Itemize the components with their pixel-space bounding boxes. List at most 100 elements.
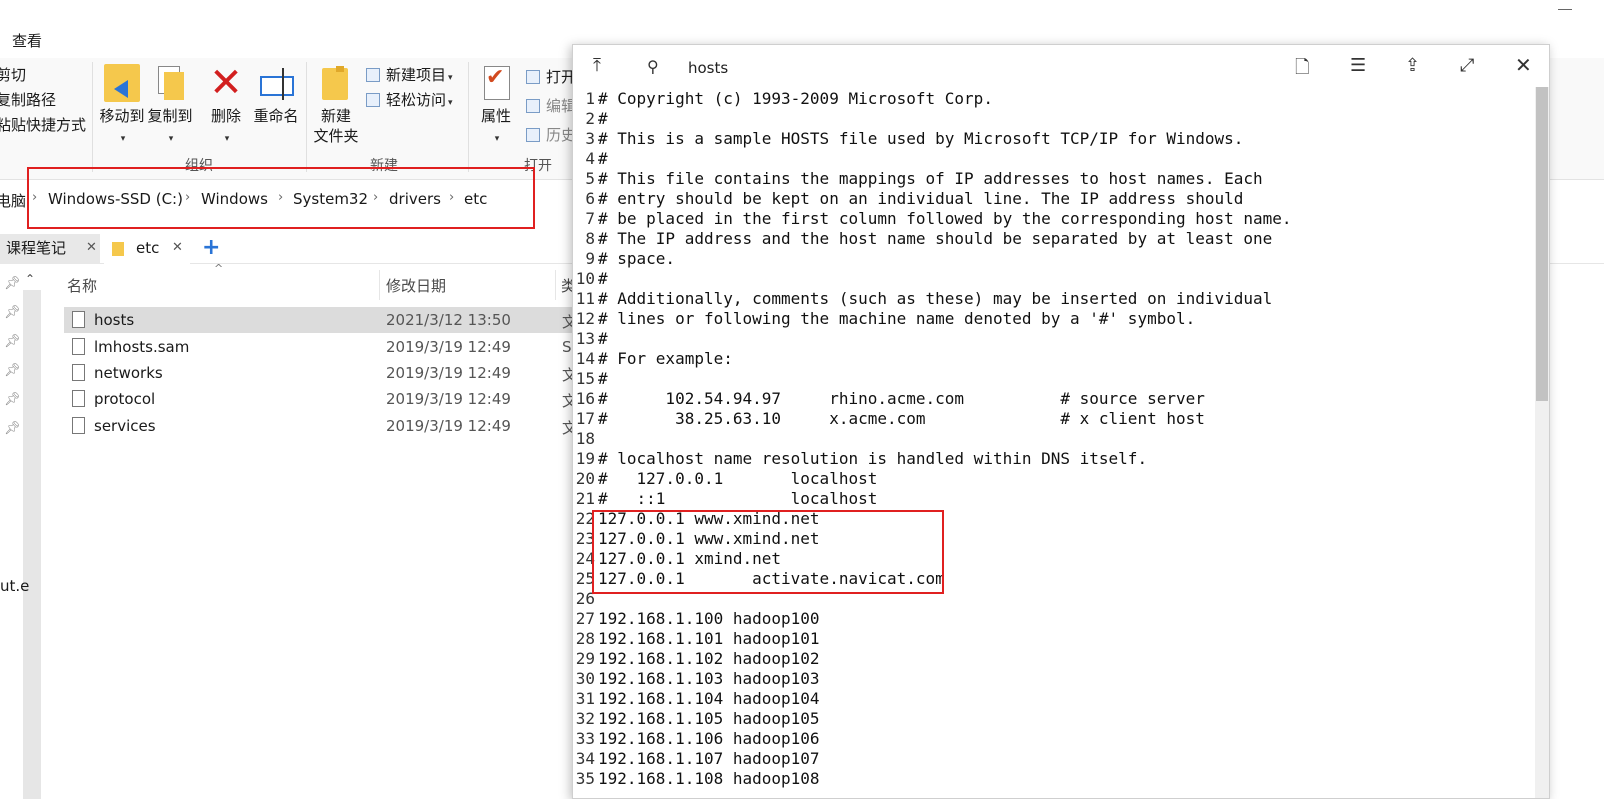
line-text: # entry should be kept on an individual … [598,189,1244,208]
column-divider[interactable] [555,270,556,300]
line-text: 192.168.1.106 hadoop106 [598,729,820,748]
close-icon[interactable]: ✕ [172,234,183,262]
close-icon[interactable]: ✕ [1515,53,1532,77]
line-number: 5 [585,169,595,188]
cut-button[interactable]: 剪切 [0,64,26,85]
line-text: # lines or following the machine name de… [598,309,1196,328]
line-number: 27 [575,609,595,628]
file-row-services[interactable]: services 2019/3/19 12:49 文 [64,413,584,439]
tab-label: 课程笔记 [6,239,67,257]
chevron-down-icon: ▾ [494,134,500,144]
folder-icon [112,242,124,256]
add-tab-icon[interactable]: + [202,234,220,262]
pin-icon[interactable]: 📌︎ [4,305,21,320]
pin-icon[interactable]: 📌︎ [4,421,21,436]
copy-path-button[interactable]: 复制路径 [0,89,56,110]
line-number: 6 [585,189,595,208]
line-text: # [598,369,608,388]
line-number: 2 [585,109,595,128]
line-text: # 102.54.94.97 rhino.acme.com # source s… [598,389,1205,408]
file-row-hosts[interactable]: hosts 2021/3/12 13:50 文 [64,307,584,333]
scrollbar-thumb[interactable] [1536,87,1548,401]
new-folder-label-2: 文件夹 [313,127,359,145]
paste-shortcut-label: 粘贴快捷方式 [0,116,87,134]
pin-icon[interactable]: 📌︎ [4,363,21,378]
menu-view[interactable]: 查看 [12,30,42,51]
minimize-icon[interactable] [1558,2,1572,10]
edit-button[interactable]: 编辑 [526,95,576,116]
line-number: 14 [575,349,595,368]
file-type: S [562,338,572,356]
line-text: # [598,149,608,168]
move-to-button[interactable]: 移动到 ▾ [96,64,148,149]
line-text: 192.168.1.103 hadoop103 [598,669,820,688]
column-modified[interactable]: 修改日期 [386,275,446,296]
column-divider[interactable] [379,270,380,300]
file-name: networks [94,364,163,382]
code-content[interactable]: 1 # Copyright (c) 1993-2009 Microsoft Cor… [573,87,1533,798]
file-icon [72,390,85,407]
line-text: # 38.25.63.10 x.acme.com # x client host [598,409,1205,428]
pin-icon[interactable]: 📌︎ [4,334,21,349]
pin-top-icon[interactable]: ⤒ [593,55,601,76]
navigation-scrollbar[interactable] [23,290,41,799]
line-number: 30 [575,669,595,688]
file-icon [72,311,85,328]
delete-button[interactable]: ✕ 删除 ▾ [200,63,252,149]
line-text: 192.168.1.108 hadoop108 [598,769,820,788]
line-text: # The IP address and the host name shoul… [598,229,1273,248]
easy-access-button[interactable]: 轻松访问 ▾ [366,89,453,110]
line-number: 17 [575,409,595,428]
line-number: 4 [585,149,595,168]
pin-icon[interactable]: ⚲ [647,57,659,76]
rename-label: 重命名 [253,107,299,125]
line-number: 19 [575,449,595,468]
line-number: 21 [575,489,595,508]
file-row-lmhosts[interactable]: lmhosts.sam 2019/3/19 12:49 S [64,334,584,360]
line-text: # localhost name resolution is handled w… [598,449,1148,468]
pin-icon[interactable]: 📌︎ [4,276,21,291]
line-text: 192.168.1.101 hadoop101 [598,629,820,648]
tab-course-notes[interactable]: 课程笔记 ✕ [0,234,100,264]
paste-shortcut-button[interactable]: 粘贴快捷方式 [0,114,86,135]
expand-icon[interactable]: ⤢ [1460,55,1474,76]
scroll-up-icon[interactable]: ⌃ [25,272,35,286]
share-icon[interactable]: ⇪ [1405,55,1420,76]
line-text: # For example: [598,349,733,368]
line-text: 192.168.1.104 hadoop104 [598,689,820,708]
line-number: 13 [575,329,595,348]
new-folder-button[interactable]: 新建 文件夹 [310,64,362,146]
document-icon[interactable]: 🗋︎ [1295,55,1309,85]
viewer-title-bar: ⤒ ⚲ hosts 🗋︎ ☰ ⇪ ⤢ ✕ [573,45,1549,89]
chevron-down-icon: ▾ [120,134,126,144]
tab-label: etc [136,239,160,257]
line-number: 9 [585,249,595,268]
code-highlight-box [592,510,944,594]
copy-to-button[interactable]: 复制到 ▾ [144,64,196,149]
new-item-button[interactable]: 新建项目 ▾ [366,64,453,85]
column-name[interactable]: 名称 [67,275,97,296]
rename-button[interactable]: 重命名 [250,64,302,126]
line-number: 35 [575,769,595,788]
chevron-down-icon: ▾ [448,98,453,108]
line-number: 10 [575,269,595,288]
breadcrumb-root[interactable]: 电脑 [0,190,26,211]
file-date: 2019/3/19 12:49 [386,417,511,435]
properties-label: 属性 [480,107,511,125]
line-number: 16 [575,389,595,408]
open-icon [526,70,540,84]
nav-item-partial[interactable]: ut.e [0,577,29,595]
file-name: lmhosts.sam [94,338,190,356]
viewer-scrollbar[interactable] [1535,87,1549,798]
history-button[interactable]: 历史 [526,124,576,145]
line-number: 32 [575,709,595,728]
open-button[interactable]: 打开 [526,66,576,87]
file-icon [72,338,85,355]
close-icon[interactable]: ✕ [86,234,97,262]
list-icon[interactable]: ☰ [1350,55,1366,76]
line-text: # [598,109,608,128]
properties-button[interactable]: 属性 ▾ [470,64,522,149]
file-row-protocol[interactable]: protocol 2019/3/19 12:49 文 [64,386,584,412]
pin-icon[interactable]: 📌︎ [4,392,21,407]
file-row-networks[interactable]: networks 2019/3/19 12:49 文 [64,360,584,386]
